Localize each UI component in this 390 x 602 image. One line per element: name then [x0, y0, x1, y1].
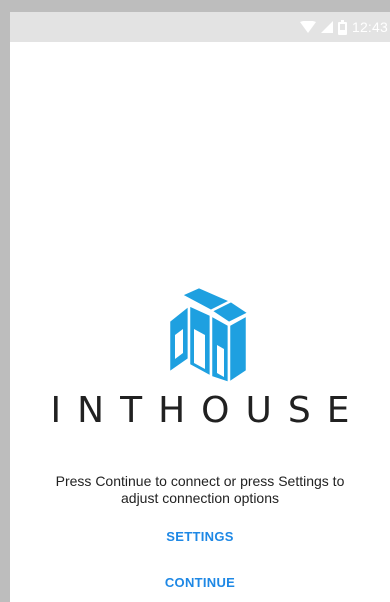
- wifi-icon: [299, 20, 316, 34]
- house-logo-icon: [161, 285, 251, 385]
- status-bar: 12:43: [10, 12, 390, 42]
- status-time: 12:43: [351, 19, 388, 35]
- status-icons: 12:43: [299, 12, 388, 42]
- brand-name: INTHOUSE: [50, 390, 366, 431]
- app-screen: 12:43 INTHOUSE Press Continue to connect…: [10, 12, 390, 602]
- settings-button[interactable]: SETTINGS: [125, 519, 275, 553]
- cell-signal-icon: [320, 21, 333, 33]
- battery-icon: [337, 19, 347, 35]
- connection-message: Press Continue to connect or press Setti…: [55, 473, 345, 506]
- continue-button[interactable]: CONTINUE: [125, 565, 275, 599]
